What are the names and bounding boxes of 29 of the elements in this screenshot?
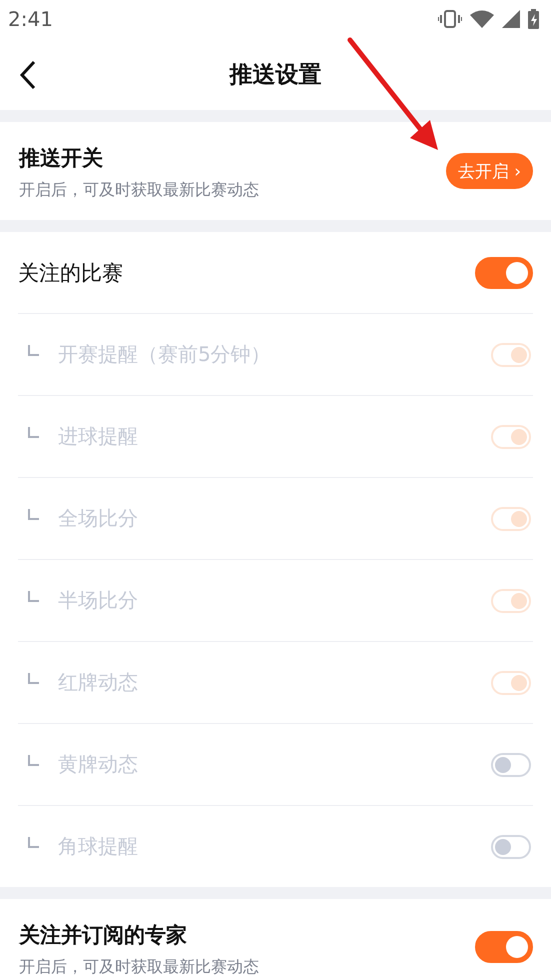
- wifi-icon: [470, 10, 494, 28]
- setting-label: 角球提醒: [58, 833, 139, 860]
- section-title: 推送开关: [19, 145, 103, 172]
- setting-label: 全场比分: [58, 505, 139, 532]
- branch-icon: [28, 673, 39, 684]
- toggle-switch[interactable]: [475, 256, 533, 288]
- section-description: 开启后，可及时获取最新比赛动态: [19, 180, 259, 201]
- enable-button[interactable]: 去开启 ›: [446, 153, 533, 189]
- section-title: 关注并订阅的专家: [19, 922, 187, 949]
- vibrate-icon: [438, 10, 462, 28]
- branch-icon: [28, 345, 39, 356]
- section-description: 开启后，可及时获取最新比赛动态: [19, 957, 259, 978]
- branch-icon: [28, 509, 39, 520]
- branch-icon: [28, 755, 39, 766]
- signal-icon: [502, 10, 520, 28]
- back-icon[interactable]: [18, 60, 38, 90]
- page-title: 推送设置: [230, 60, 322, 90]
- setting-label: 进球提醒: [58, 423, 139, 450]
- branch-icon: [28, 837, 39, 848]
- setting-label: 关注的比赛: [18, 260, 123, 286]
- toggle-switch[interactable]: [475, 931, 533, 963]
- branch-icon: [28, 427, 39, 438]
- branch-icon: [28, 591, 39, 602]
- setting-label: 红牌动态: [58, 669, 139, 696]
- setting-label: 开赛提醒（赛前5分钟）: [58, 341, 272, 368]
- setting-label: 半场比分: [58, 587, 139, 614]
- battery-icon: [528, 9, 539, 29]
- setting-label: 黄牌动态: [58, 751, 139, 778]
- status-time: 2:41: [8, 7, 53, 31]
